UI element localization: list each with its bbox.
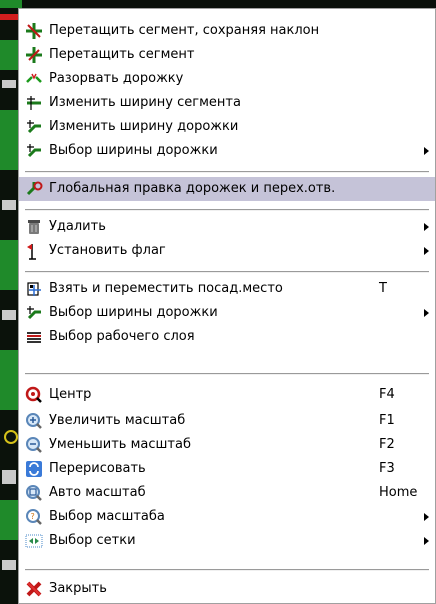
shortcut-label: T (379, 281, 387, 296)
menu-item-label: Выбор ширины дорожки (49, 143, 218, 158)
menu-item-delete[interactable]: Удалить (19, 215, 435, 239)
submenu-arrow-icon (424, 147, 429, 155)
menu-item-redraw[interactable]: Перерисовать F3 (19, 457, 435, 481)
select-track-width-icon (25, 304, 43, 322)
change-track-width-icon (25, 118, 43, 136)
shortcut-label: F4 (379, 387, 395, 402)
menu-item-global-edit-tracks-vias[interactable]: Глобальная правка дорожек и перех.отв. (19, 177, 435, 201)
pcb-pad (2, 470, 16, 484)
menu-item-drag-segment-keep-slope[interactable]: Перетащить сегмент, сохраняя наклон (19, 19, 435, 43)
zoom-out-icon (25, 436, 43, 454)
select-layer-icon (25, 328, 43, 346)
pcb-pad (2, 80, 16, 88)
menu-item-select-track-width-2[interactable]: Выбор ширины дорожки (19, 301, 435, 325)
select-track-width-icon (25, 142, 43, 160)
menu-item-close[interactable]: Закрыть (19, 577, 435, 601)
menu-item-label: Изменить ширину сегмента (49, 95, 241, 110)
menu-item-label: Центр (49, 387, 92, 402)
menu-item-break-track[interactable]: Разорвать дорожку (19, 67, 435, 91)
shortcut-label: F1 (379, 413, 395, 428)
menu-item-zoom-out[interactable]: Уменьшить масштаб F2 (19, 433, 435, 457)
center-icon (25, 386, 43, 404)
menu-item-select-layer[interactable]: Выбор рабочего слоя (19, 325, 435, 349)
menu-item-label: Уменьшить масштаб (49, 437, 191, 452)
drag-segment-keep-slope-icon (25, 22, 43, 40)
drag-segment-icon (25, 46, 43, 64)
move-footprint-icon (25, 280, 43, 298)
menu-item-select-track-width[interactable]: Выбор ширины дорожки (19, 139, 435, 163)
pcb-pad (2, 310, 16, 320)
menu-item-change-segment-width[interactable]: Изменить ширину сегмента (19, 91, 435, 115)
menu-separator (25, 209, 429, 211)
grid-select-icon (25, 532, 43, 550)
menu-item-zoom-in[interactable]: Увеличить масштаб F1 (19, 409, 435, 433)
menu-separator (25, 569, 429, 571)
menu-item-label: Авто масштаб (49, 485, 146, 500)
menu-item-zoom-select[interactable]: ? Выбор масштаба (19, 505, 435, 529)
global-edit-tracks-vias-icon (25, 180, 43, 198)
menu-item-label: Выбор масштаба (49, 509, 165, 524)
submenu-arrow-icon (424, 223, 429, 231)
pcb-trace (0, 0, 22, 8)
menu-separator (25, 373, 429, 375)
menu-item-change-track-width[interactable]: Изменить ширину дорожки (19, 115, 435, 139)
shortcut-label: F3 (379, 461, 395, 476)
submenu-arrow-icon (424, 537, 429, 545)
menu-separator (25, 271, 429, 273)
pcb-via (4, 430, 18, 444)
submenu-arrow-icon (424, 247, 429, 255)
svg-text:?: ? (31, 512, 35, 521)
menu-item-label: Перетащить сегмент (49, 47, 195, 62)
submenu-arrow-icon (424, 513, 429, 521)
pcb-pad (2, 200, 16, 210)
menu-item-label: Закрыть (49, 581, 107, 596)
redraw-icon (25, 460, 43, 478)
menu-item-label: Перетащить сегмент, сохраняя наклон (49, 23, 320, 38)
pcb-pad (2, 560, 16, 570)
menu-item-drag-segment[interactable]: Перетащить сегмент (19, 43, 435, 67)
menu-item-grid-select[interactable]: Выбор сетки (19, 529, 435, 553)
menu-item-label: Выбор ширины дорожки (49, 305, 218, 320)
menu-item-label: Установить флаг (49, 243, 166, 258)
zoom-in-icon (25, 412, 43, 430)
menu-item-label: Взять и переместить посад.место (49, 281, 283, 296)
delete-icon (25, 218, 43, 236)
menu-separator (25, 171, 429, 173)
menu-item-label: Глобальная правка дорожек и перех.отв. (49, 181, 336, 196)
menu-item-label: Разорвать дорожку (49, 71, 184, 86)
zoom-auto-icon (25, 484, 43, 502)
shortcut-label: F2 (379, 437, 395, 452)
break-track-icon (25, 70, 43, 88)
close-icon (25, 580, 43, 598)
shortcut-label: Home (379, 485, 418, 500)
menu-item-label: Перерисовать (49, 461, 146, 476)
context-menu: Перетащить сегмент, сохраняя наклон Пере… (18, 8, 436, 604)
submenu-arrow-icon (424, 309, 429, 317)
menu-item-label: Выбор сетки (49, 533, 136, 548)
menu-item-label: Выбор рабочего слоя (49, 329, 195, 344)
menu-item-zoom-auto[interactable]: Авто масштаб Home (19, 481, 435, 505)
menu-item-label: Удалить (49, 219, 106, 234)
flag-icon (25, 242, 43, 260)
change-segment-width-icon (25, 94, 43, 112)
menu-item-label: Увеличить масштаб (49, 413, 186, 428)
menu-item-label: Изменить ширину дорожки (49, 119, 239, 134)
menu-item-center[interactable]: Центр F4 (19, 383, 435, 407)
menu-item-move-footprint[interactable]: Взять и переместить посад.место T (19, 277, 435, 301)
zoom-select-icon: ? (25, 508, 43, 526)
menu-item-set-flag[interactable]: Установить флаг (19, 239, 435, 263)
